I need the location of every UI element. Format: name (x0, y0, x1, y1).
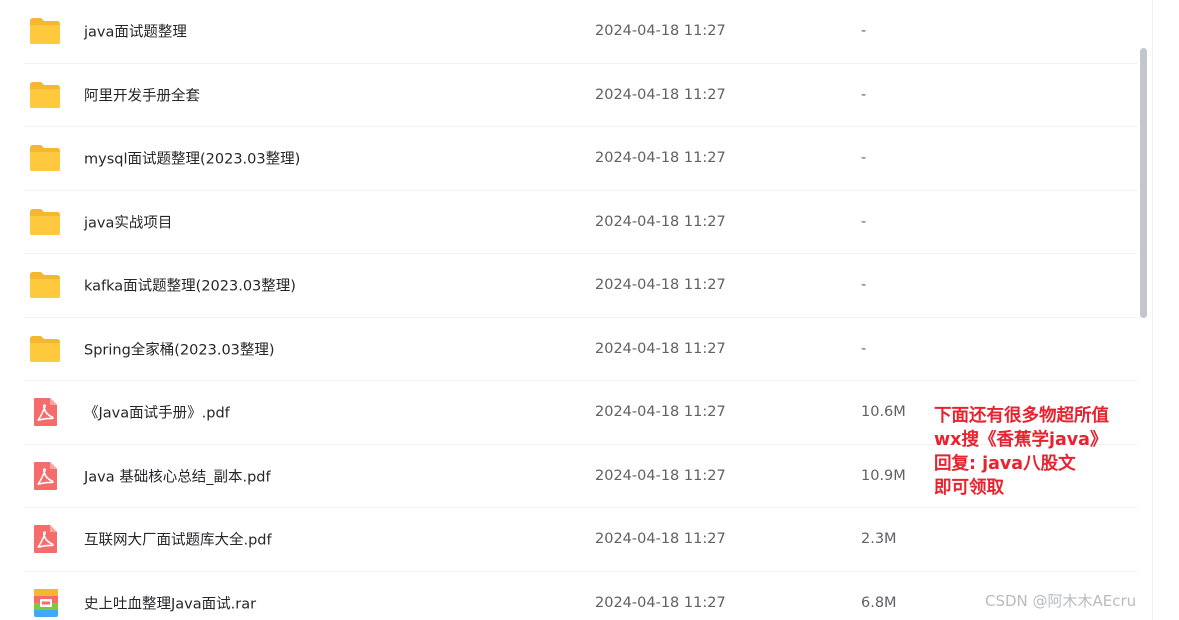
scrollbar-thumb[interactable] (1140, 48, 1147, 318)
watermark: CSDN @阿木木AEcru (985, 592, 1137, 610)
file-row[interactable]: 史上吐血整理Java面试.rar 2024-04-18 11:27 6.8M (24, 572, 1137, 620)
folder-icon (30, 208, 60, 235)
file-size: - (861, 150, 867, 167)
file-size: - (861, 23, 867, 40)
file-date: 2024-04-18 11:27 (595, 23, 726, 40)
file-list-page: java面试题整理 2024-04-18 11:27 - 阿里开发手册全套 20… (0, 0, 1179, 620)
file-size: - (861, 213, 867, 230)
promo-overlay: 下面还有很多物超所值 wx搜《香蕉学java》 回复: java八股文 即可领取 (934, 404, 1144, 500)
folder-icon (30, 81, 60, 108)
file-size: 10.9M (861, 467, 906, 484)
file-row[interactable]: 阿里开发手册全套 2024-04-18 11:27 - (24, 64, 1137, 127)
pdf-icon (34, 398, 57, 427)
file-name[interactable]: kafka面试题整理(2023.03整理) (84, 275, 296, 296)
file-row[interactable]: kafka面试题整理(2023.03整理) 2024-04-18 11:27 - (24, 254, 1137, 318)
file-row[interactable]: Spring全家桶(2023.03整理) 2024-04-18 11:27 - (24, 318, 1137, 381)
file-date: 2024-04-18 11:27 (595, 594, 726, 611)
file-size: - (861, 277, 867, 294)
file-size: - (861, 340, 867, 357)
promo-line: 下面还有很多物超所值 (934, 406, 1109, 426)
file-name[interactable]: 《Java面试手册》.pdf (84, 402, 230, 423)
file-row[interactable]: mysql面试题整理(2023.03整理) 2024-04-18 11:27 - (24, 127, 1137, 191)
file-list: java面试题整理 2024-04-18 11:27 - 阿里开发手册全套 20… (24, 0, 1137, 620)
file-row[interactable]: java实战项目 2024-04-18 11:27 - (24, 191, 1137, 254)
file-name[interactable]: 阿里开发手册全套 (84, 84, 200, 105)
rar-icon (34, 588, 58, 617)
file-date: 2024-04-18 11:27 (595, 277, 726, 294)
file-name[interactable]: Java 基础核心总结_副本.pdf (84, 465, 271, 486)
promo-line: 即可领取 (934, 478, 1004, 498)
file-date: 2024-04-18 11:27 (595, 340, 726, 357)
file-row[interactable]: java面试题整理 2024-04-18 11:27 - (24, 0, 1137, 64)
file-date: 2024-04-18 11:27 (595, 86, 726, 103)
file-name[interactable]: Spring全家桶(2023.03整理) (84, 338, 275, 359)
file-date: 2024-04-18 11:27 (595, 531, 726, 548)
file-name[interactable]: java面试题整理 (84, 21, 187, 42)
file-date: 2024-04-18 11:27 (595, 213, 726, 230)
folder-icon (30, 335, 60, 362)
folder-icon (30, 145, 60, 172)
file-date: 2024-04-18 11:27 (595, 404, 726, 421)
file-size: 10.6M (861, 404, 906, 421)
folder-icon (30, 272, 60, 299)
file-name[interactable]: mysql面试题整理(2023.03整理) (84, 148, 300, 169)
promo-line: 回复: java八股文 (934, 454, 1076, 474)
file-name[interactable]: 互联网大厂面试题库大全.pdf (84, 529, 272, 550)
folder-icon (30, 18, 60, 45)
pdf-icon (34, 461, 57, 490)
file-date: 2024-04-18 11:27 (595, 150, 726, 167)
file-name[interactable]: 史上吐血整理Java面试.rar (84, 592, 256, 613)
file-size: 2.3M (861, 531, 897, 548)
file-name[interactable]: java实战项目 (84, 211, 172, 232)
pdf-icon (34, 525, 57, 554)
file-size: - (861, 86, 867, 103)
file-date: 2024-04-18 11:27 (595, 467, 726, 484)
promo-line: wx搜《香蕉学java》 (934, 430, 1108, 450)
file-size: 6.8M (861, 594, 897, 611)
file-row[interactable]: 互联网大厂面试题库大全.pdf 2024-04-18 11:27 2.3M (24, 508, 1137, 572)
panel-divider (1152, 0, 1153, 620)
